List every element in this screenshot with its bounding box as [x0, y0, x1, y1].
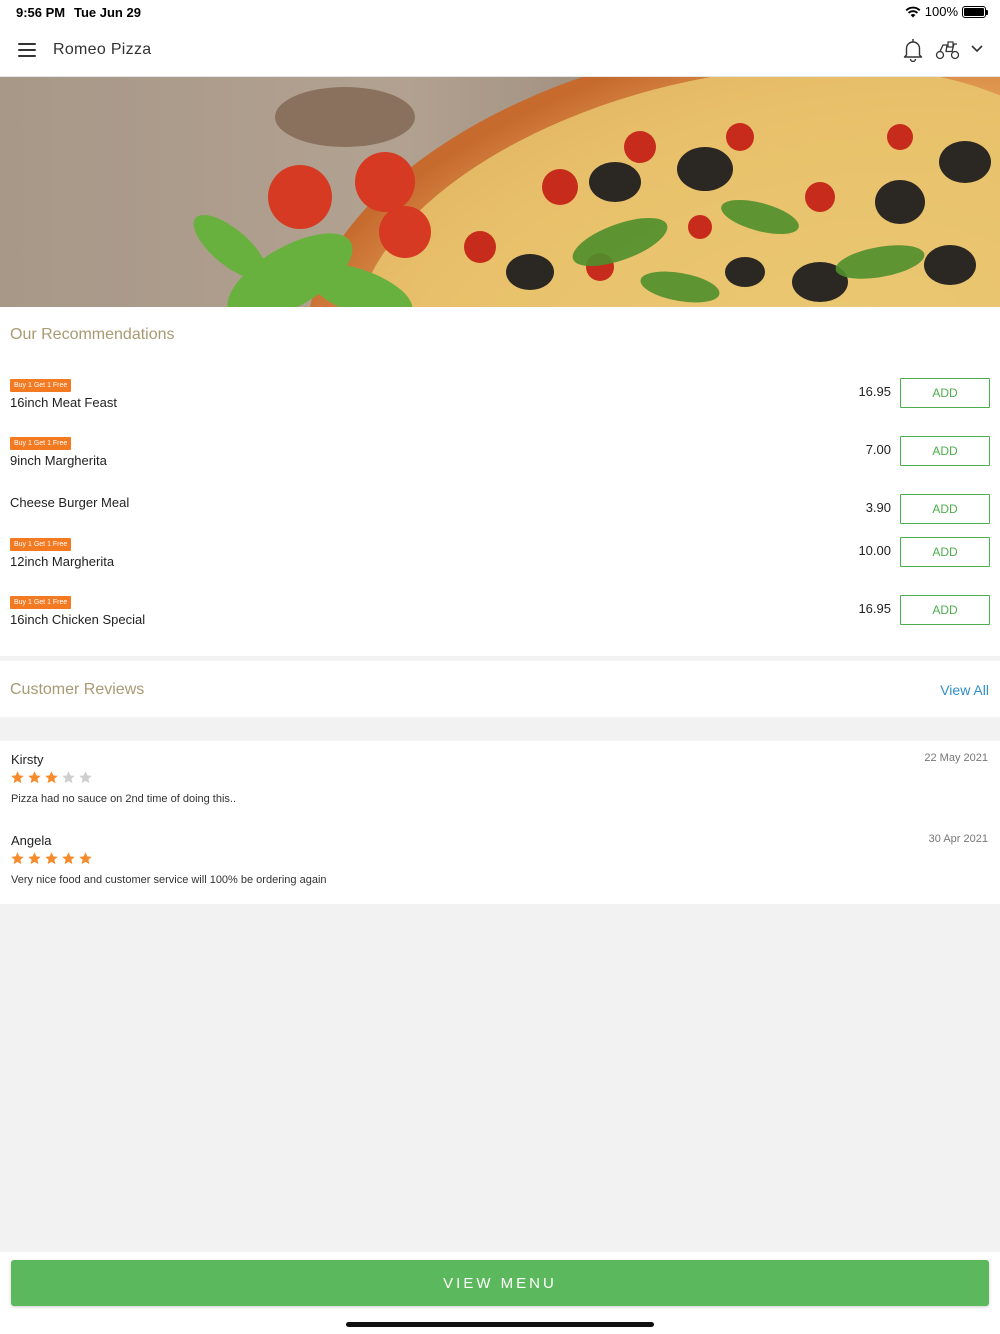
reviewer-name: Angela [11, 833, 52, 848]
item-name: 12inch Margherita [10, 554, 115, 569]
item-price: 16.95 [858, 601, 891, 616]
star-empty-icon [79, 771, 92, 784]
star-filled-icon [28, 852, 41, 865]
offer-badge: Buy 1 Get 1 Free [10, 379, 72, 392]
hero-pizza-image [0, 77, 1000, 307]
add-button[interactable]: ADD [900, 378, 990, 408]
star-filled-icon [11, 852, 24, 865]
recommendations-title: Our Recommendations [10, 326, 175, 343]
status-time: 9:56 PM [16, 5, 66, 20]
menu-icon[interactable] [18, 43, 36, 57]
restaurant-title: Romeo Pizza [53, 41, 152, 58]
view-all-link[interactable]: View All [940, 682, 989, 698]
star-rating [10, 851, 94, 866]
review-item: Angela 30 Apr 2021 Very nice food and cu… [0, 833, 1000, 913]
reviewer-name: Kirsty [11, 752, 44, 767]
reviews-list: Kirsty 22 May 2021 Pizza had no sauce on… [0, 741, 1000, 904]
battery-percent: 100% [924, 4, 958, 19]
review-date: 22 May 2021 [924, 752, 988, 764]
add-button[interactable]: ADD [900, 537, 990, 567]
item-price: 10.00 [858, 543, 891, 558]
battery-icon [962, 5, 988, 18]
bell-icon[interactable] [902, 38, 924, 62]
star-rating [10, 770, 94, 785]
item-name: Cheese Burger Meal [10, 495, 130, 510]
star-empty-icon [62, 771, 75, 784]
status-date: Tue Jun 29 [74, 5, 141, 20]
star-filled-icon [45, 771, 58, 784]
review-item: Kirsty 22 May 2021 Pizza had no sauce on… [0, 752, 1000, 832]
wifi-icon [905, 6, 921, 17]
view-menu-button[interactable]: VIEW MENU [11, 1260, 989, 1306]
home-indicator [346, 1322, 654, 1327]
star-filled-icon [62, 852, 75, 865]
scooter-icon[interactable] [935, 40, 961, 60]
review-text: Pizza had no sauce on 2nd time of doing … [11, 793, 237, 805]
star-filled-icon [45, 852, 58, 865]
item-price: 3.90 [865, 500, 891, 515]
add-button[interactable]: ADD [900, 595, 990, 625]
star-filled-icon [28, 771, 41, 784]
star-filled-icon [11, 771, 24, 784]
offer-badge: Buy 1 Get 1 Free [10, 596, 72, 609]
status-bar: 9:56 PM Tue Jun 29 100% [0, 0, 1000, 24]
recommendations-section: Our Recommendations Buy 1 Get 1 Free 16i… [0, 307, 1000, 656]
item-name: 9inch Margherita [10, 453, 107, 468]
reviews-title: Customer Reviews [10, 681, 145, 698]
reviews-header: Customer Reviews View All [0, 661, 1000, 717]
status-indicators: 100% [905, 4, 988, 19]
recommendation-item: Buy 1 Get 1 Free 16inch Meat Feast 16.95… [0, 378, 1000, 428]
recommendation-item: Buy 1 Get 1 Free 12inch Margherita 10.00… [0, 537, 1000, 587]
add-button[interactable]: ADD [900, 436, 990, 466]
item-price: 16.95 [858, 384, 891, 399]
item-price: 7.00 [865, 442, 891, 457]
star-filled-icon [79, 852, 92, 865]
offer-badge: Buy 1 Get 1 Free [10, 437, 72, 450]
recommendation-item: Buy 1 Get 1 Free 9inch Margherita 7.00 A… [0, 436, 1000, 486]
footer-bar: VIEW MENU [0, 1252, 1000, 1334]
add-button[interactable]: ADD [900, 494, 990, 524]
review-text: Very nice food and customer service will… [11, 874, 327, 886]
review-date: 30 Apr 2021 [928, 833, 988, 845]
top-navbar: Romeo Pizza [0, 24, 1000, 77]
recommendation-item: Buy 1 Get 1 Free 16inch Chicken Special … [0, 595, 1000, 645]
offer-badge: Buy 1 Get 1 Free [10, 538, 72, 551]
item-name: 16inch Chicken Special [10, 612, 146, 627]
chevron-down-icon[interactable] [970, 44, 984, 54]
item-name: 16inch Meat Feast [10, 395, 117, 410]
